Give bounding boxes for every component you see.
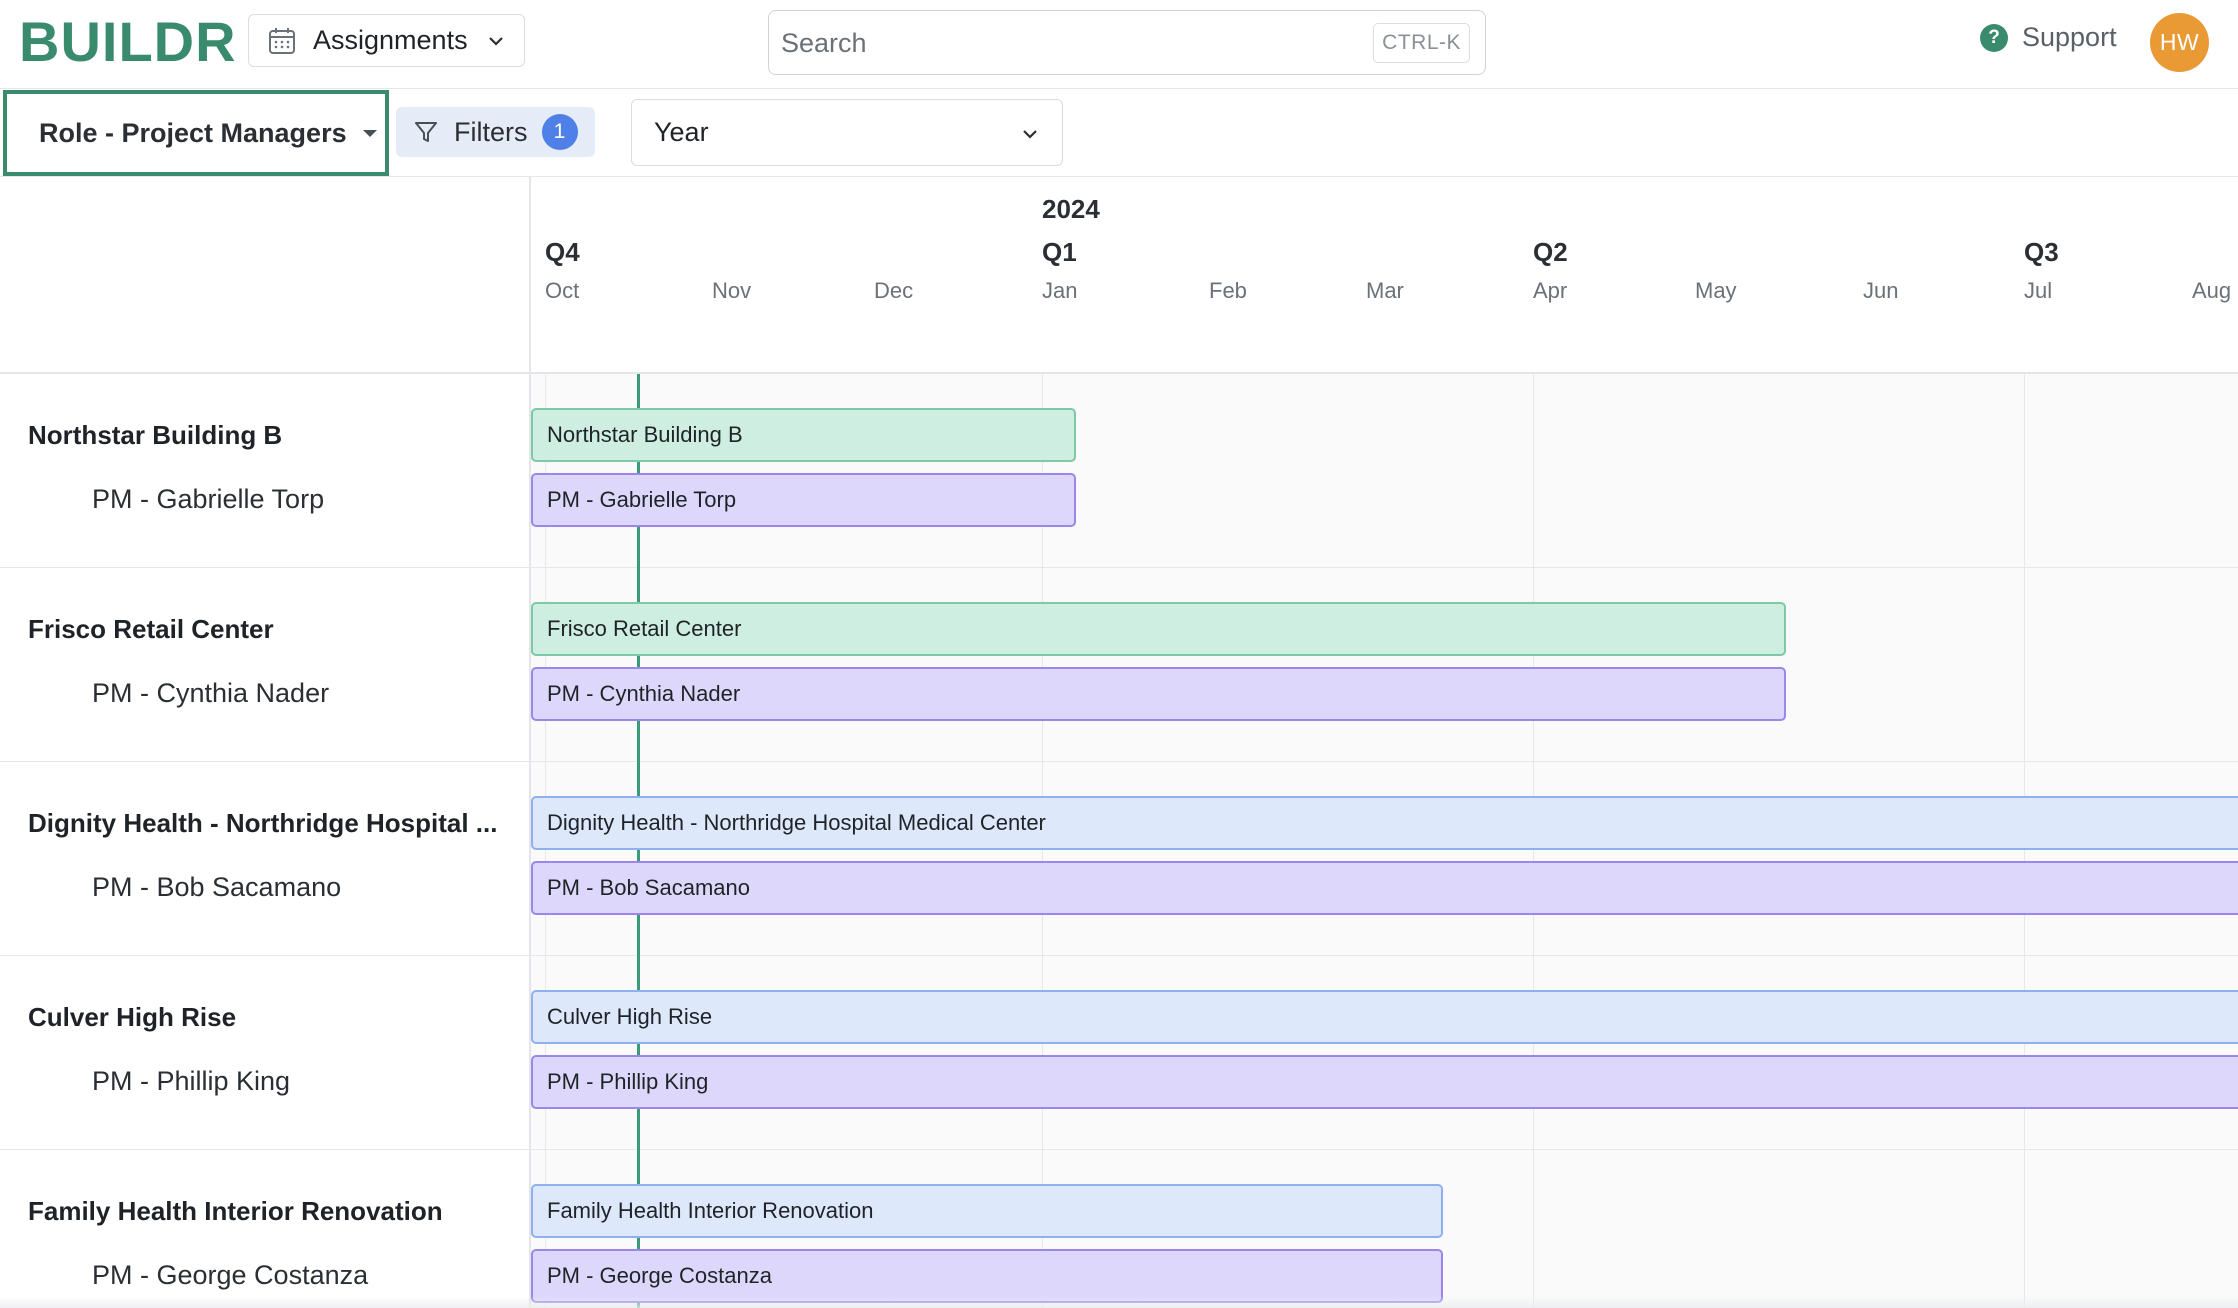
assignments-label: Assignments <box>313 25 468 55</box>
filters-count-badge: 1 <box>541 114 578 150</box>
month-label: Jul <box>2024 278 2053 303</box>
range-select-value: Year <box>654 117 709 147</box>
assignee-name[interactable]: PM - Bob Sacamano <box>92 872 341 903</box>
project-row[interactable]: Family Health Interior Renovation PM - G… <box>0 1150 531 1308</box>
assignments-selector[interactable]: Assignments <box>248 14 525 67</box>
assignment-bar[interactable]: PM - Cynthia Nader <box>531 667 1787 721</box>
assignee-name[interactable]: PM - George Costanza <box>92 1260 368 1291</box>
month-label: Feb <box>1209 278 1247 303</box>
quarter-label: Q1 <box>1042 237 1077 267</box>
project-row[interactable]: Northstar Building B PM - Gabrielle Torp <box>0 374 531 568</box>
project-name[interactable]: Dignity Health - Northridge Hospital ... <box>28 808 497 839</box>
project-name[interactable]: Frisco Retail Center <box>28 614 274 645</box>
project-name[interactable]: Family Health Interior Renovation <box>28 1196 443 1227</box>
chevron-down-icon <box>486 31 506 51</box>
month-label: Jun <box>1863 278 1899 303</box>
support-link[interactable]: ? Support <box>1980 22 2117 53</box>
assignment-bar[interactable]: PM - Gabrielle Torp <box>531 473 1076 527</box>
caret-down-icon <box>362 129 377 137</box>
assignment-bar[interactable]: PM - Bob Sacamano <box>531 861 2238 915</box>
view-toolbar: Role - Project Managers Filters 1 Year <box>0 89 2238 177</box>
project-row[interactable]: Dignity Health - Northridge Hospital ...… <box>0 762 531 956</box>
user-avatar[interactable]: HW <box>2150 13 2209 72</box>
assignee-name[interactable]: PM - Cynthia Nader <box>92 678 329 709</box>
project-bar[interactable]: Dignity Health - Northridge Hospital Med… <box>531 796 2238 850</box>
group-by-dropdown[interactable]: Role - Project Managers <box>3 90 389 176</box>
month-label: May <box>1695 278 1737 303</box>
project-bar[interactable]: Culver High Rise <box>531 990 2238 1044</box>
month-label: Nov <box>712 278 752 303</box>
quarter-label: Q4 <box>545 237 580 267</box>
month-label: Dec <box>874 278 914 303</box>
project-bar[interactable]: Frisco Retail Center <box>531 602 1787 656</box>
project-name[interactable]: Northstar Building B <box>28 420 282 451</box>
help-icon: ? <box>1980 23 2008 52</box>
project-row[interactable]: Frisco Retail Center PM - Cynthia Nader <box>0 568 531 762</box>
calendar-icon <box>267 26 297 56</box>
filters-label: Filters <box>454 116 528 147</box>
month-label: Oct <box>545 278 580 303</box>
project-bar[interactable]: Family Health Interior Renovation <box>531 1184 1444 1238</box>
month-label: Mar <box>1366 278 1404 303</box>
assignee-name[interactable]: PM - Gabrielle Torp <box>92 484 324 515</box>
filter-icon <box>412 118 440 146</box>
group-by-label: Role - Project Managers <box>39 117 347 148</box>
quarter-label: Q3 <box>2024 237 2059 267</box>
month-label: Jan <box>1042 278 1078 303</box>
quarter-label: Q2 <box>1533 237 1568 267</box>
search-box: CTRL-K <box>768 10 1486 75</box>
bottom-fade <box>0 1296 2238 1308</box>
app-logo[interactable]: BUILDR <box>19 14 237 70</box>
row-divider <box>531 955 2238 956</box>
row-divider <box>531 1149 2238 1150</box>
support-label: Support <box>2022 22 2117 52</box>
assignee-name[interactable]: PM - Phillip King <box>92 1066 290 1097</box>
range-select[interactable]: Year <box>631 99 1063 166</box>
timeline-grid: Northstar Building B PM - Gabrielle Torp F… <box>531 374 2238 1308</box>
project-list: Northstar Building B PM - Gabrielle Torp… <box>0 374 531 1308</box>
project-row[interactable]: Culver High Rise PM - Phillip King <box>0 956 531 1150</box>
filters-button[interactable]: Filters 1 <box>396 107 595 157</box>
search-shortcut-badge: CTRL-K <box>1373 23 1470 63</box>
project-bar[interactable]: Northstar Building B <box>531 408 1076 462</box>
top-bar: BUILDR Assignments CTRL-K ? Support HW <box>0 0 2238 89</box>
row-divider <box>531 567 2238 568</box>
project-name[interactable]: Culver High Rise <box>28 1002 236 1033</box>
row-divider <box>531 761 2238 762</box>
timeline-header: 2024 Q4 Q1 Q2 Q3 Oct Nov Dec Jan Feb Mar… <box>531 177 2238 374</box>
chevron-down-icon <box>1023 130 1037 139</box>
assignment-bar[interactable]: PM - George Costanza <box>531 1249 1444 1303</box>
month-label: Apr <box>1533 278 1568 303</box>
month-label: Aug <box>2192 278 2232 303</box>
assignment-bar[interactable]: PM - Phillip King <box>531 1055 2238 1109</box>
row-header-spacer <box>0 177 531 374</box>
year-label: 2024 <box>1042 194 1100 224</box>
search-input[interactable] <box>781 23 1341 63</box>
